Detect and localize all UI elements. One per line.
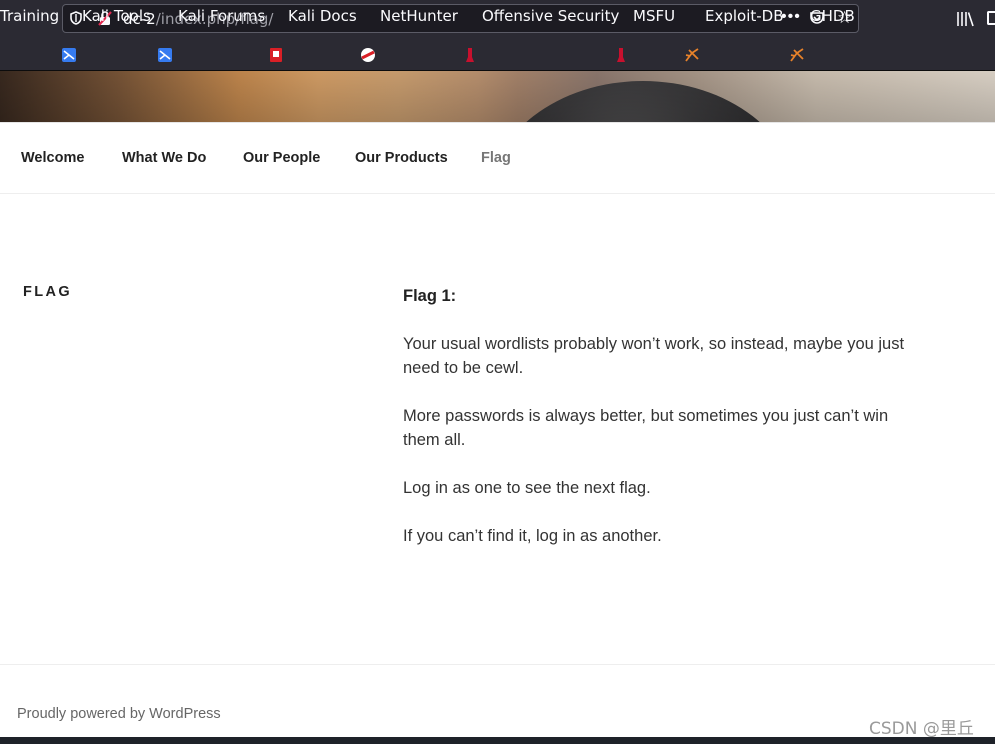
bottom-bar	[0, 737, 995, 744]
kali-tools-icon	[62, 48, 76, 62]
paragraph-2: More passwords is always better, but som…	[403, 407, 889, 449]
paragraph-4: If you can’t find it, log in as another.	[403, 527, 662, 545]
bookmark-kali-docs[interactable]: Kali Docs	[288, 7, 357, 25]
bookmark-kali-forums[interactable]: Kali Forums	[178, 7, 265, 25]
library-icon[interactable]	[956, 11, 974, 27]
offsec-icon	[466, 48, 474, 62]
bookmark-nethunter[interactable]: NetHunter	[380, 7, 458, 25]
msfu-icon	[617, 48, 625, 62]
nav-item-our-people[interactable]: Our People	[243, 150, 320, 166]
bookmark-kali-tools[interactable]: Kali Tools	[82, 7, 151, 25]
nethunter-icon	[361, 48, 375, 62]
bookmark-ghdb[interactable]: GHDB	[810, 7, 855, 25]
watermark: CSDN @里丘	[869, 719, 974, 739]
bookmark-exploit-db[interactable]: Exploit-DB	[705, 7, 784, 25]
kali-docs-icon	[270, 48, 282, 62]
kali-forums-icon	[158, 48, 172, 62]
header-image-shade	[0, 71, 995, 122]
bookmark-training[interactable]: Training	[0, 7, 59, 25]
tracking-protection-shield-icon[interactable]	[70, 11, 82, 25]
footer-divider	[0, 664, 995, 665]
bookmark-msfu[interactable]: MSFU	[633, 7, 675, 25]
paragraph-1: Your usual wordlists probably won’t work…	[403, 335, 905, 377]
bookmarks-toolbar	[0, 39, 995, 71]
sidebar-icon[interactable]	[987, 11, 995, 25]
entry-content: Flag 1: Your usual wordlists probably wo…	[403, 284, 923, 572]
nav-item-flag[interactable]: Flag	[481, 150, 511, 166]
ghdb-icon	[790, 48, 804, 62]
nav-item-our-products[interactable]: Our Products	[355, 150, 448, 166]
page-title: FLAG	[23, 284, 73, 300]
footer-credit-link[interactable]: Proudly powered by WordPress	[17, 706, 221, 722]
paragraph-3: Log in as one to see the next flag.	[403, 479, 651, 497]
flag-heading: Flag 1:	[403, 287, 457, 305]
nav-item-welcome[interactable]: Welcome	[21, 150, 84, 166]
nav-item-what-we-do[interactable]: What We Do	[122, 150, 206, 166]
page-actions-icon[interactable]: •••	[781, 8, 801, 26]
bookmark-offensive-security[interactable]: Offensive Security	[482, 7, 619, 25]
exploit-db-icon	[685, 48, 699, 62]
